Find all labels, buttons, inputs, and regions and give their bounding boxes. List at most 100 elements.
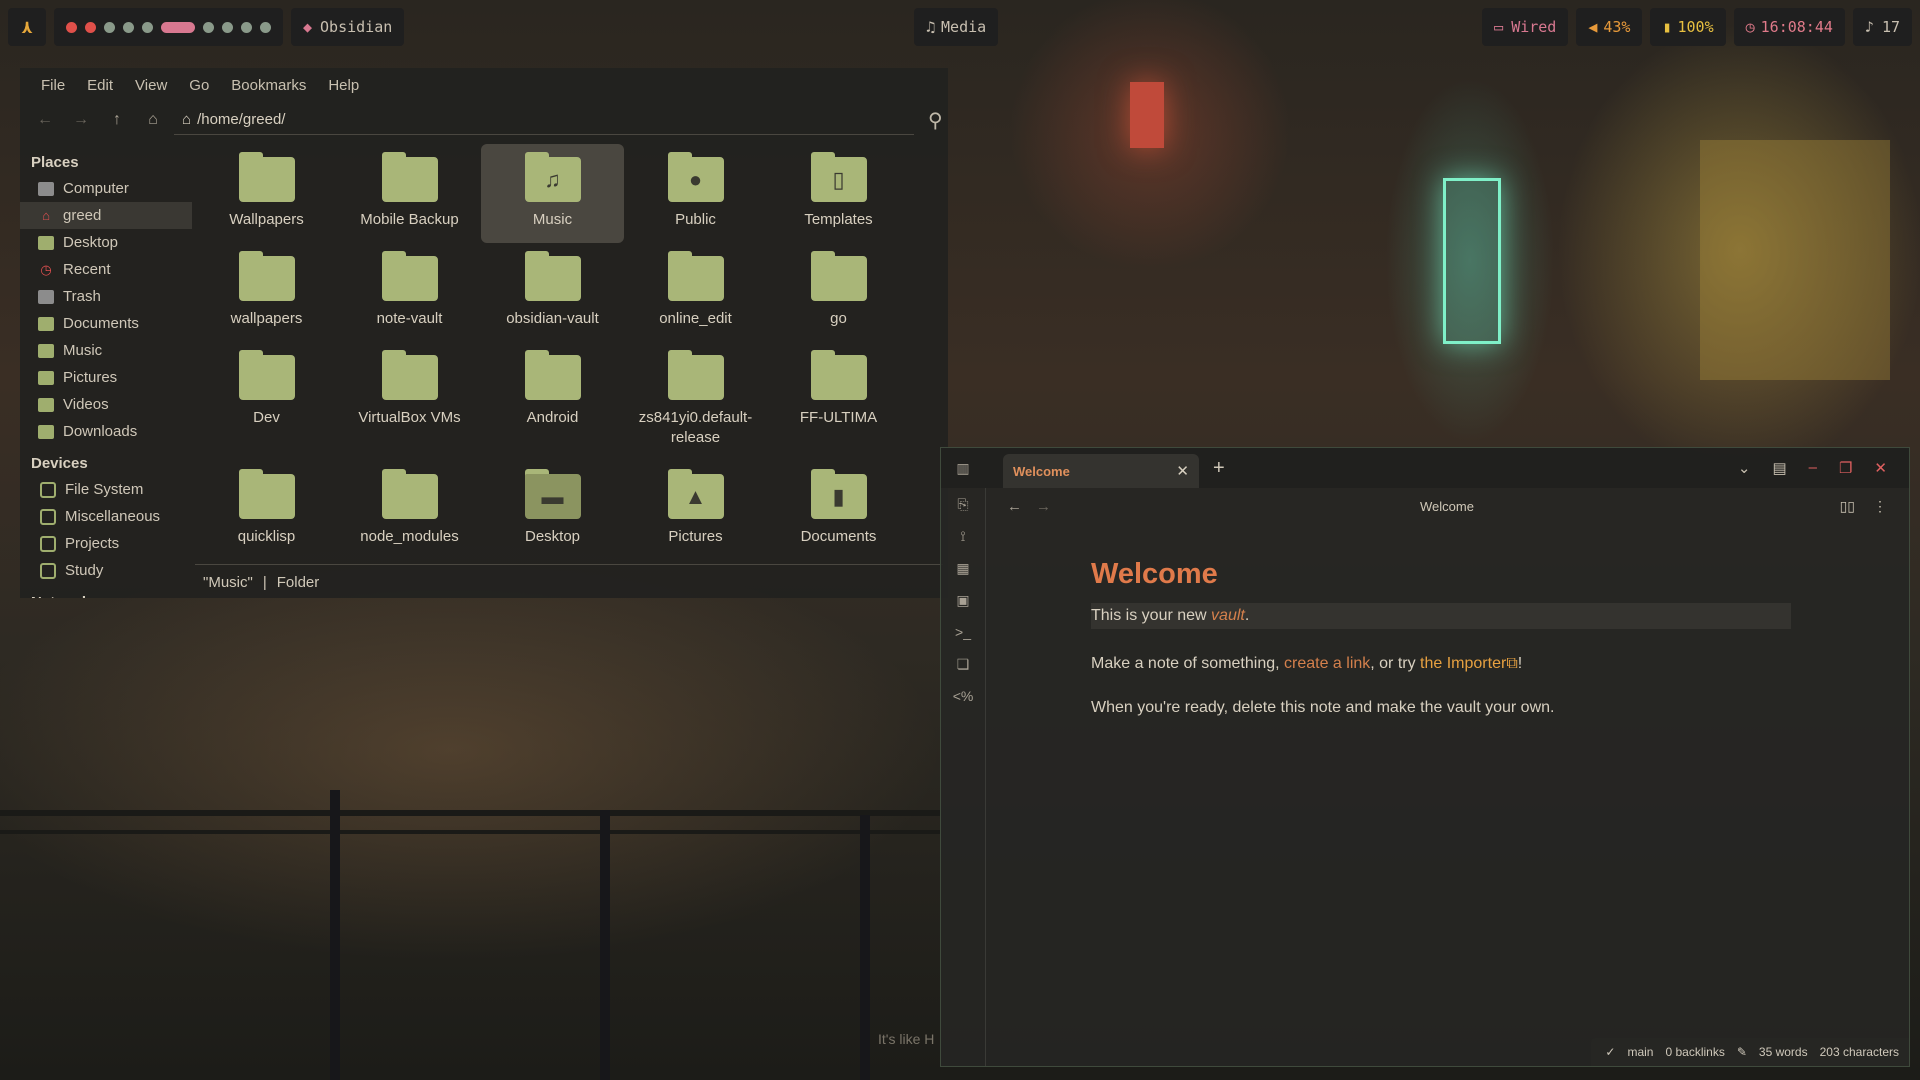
- templater-icon[interactable]: <%: [941, 680, 985, 712]
- folder-item[interactable]: Android: [481, 342, 624, 461]
- workspace-dot[interactable]: [123, 21, 134, 33]
- home-icon: ⌂: [42, 207, 50, 223]
- clock-widget[interactable]: ◷ 16:08:44: [1733, 8, 1845, 46]
- sidebar-item-downloads[interactable]: Downloads: [20, 418, 192, 445]
- menu-go[interactable]: Go: [178, 77, 220, 94]
- wallpaper-lit-building: [1700, 140, 1890, 380]
- workspace-dot-active[interactable]: [161, 21, 195, 33]
- minimize-icon[interactable]: –: [1809, 459, 1817, 477]
- sidebar-item-documents[interactable]: Documents: [20, 310, 192, 337]
- folder-item[interactable]: ▮ Documents: [767, 461, 910, 560]
- new-tab-icon[interactable]: +: [1213, 457, 1225, 480]
- canvas-icon[interactable]: ▦: [941, 552, 985, 584]
- command-palette-icon[interactable]: >_: [941, 616, 985, 648]
- sidebar-item-pictures[interactable]: Pictures: [20, 364, 192, 391]
- folder-item[interactable]: zs841yi0.default-release: [624, 342, 767, 461]
- workspace-dot[interactable]: [260, 21, 271, 33]
- monitor-icon: ▭: [1494, 18, 1504, 36]
- folder-item[interactable]: Wallpapers: [195, 144, 338, 243]
- sidebar-item-desktop[interactable]: Desktop: [20, 229, 192, 256]
- drive-icon: [40, 562, 56, 579]
- folder-item[interactable]: wallpapers: [195, 243, 338, 342]
- wallpaper-caption: It's like H: [878, 1031, 935, 1047]
- media-widget[interactable]: ♫ Media: [914, 8, 999, 46]
- folder-icon: [810, 350, 867, 400]
- sidebar-item-greed[interactable]: ⌂ greed: [20, 202, 192, 229]
- network-widget[interactable]: ▭ Wired: [1482, 8, 1569, 46]
- folder-item[interactable]: Mobile Backup: [338, 144, 481, 243]
- folder-item[interactable]: VirtualBox VMs: [338, 342, 481, 461]
- open-quick-switcher-icon[interactable]: ⎘: [941, 488, 985, 520]
- split-pane-icon[interactable]: ▤: [1772, 459, 1786, 477]
- folder-item[interactable]: ▬ Desktop: [481, 461, 624, 560]
- workspace-dot[interactable]: [142, 21, 153, 33]
- folder-icon: [38, 316, 54, 331]
- git-branch[interactable]: main: [1627, 1045, 1653, 1059]
- wallpaper-red-sign: [1130, 82, 1164, 148]
- close-tab-icon[interactable]: ✕: [1176, 462, 1189, 480]
- bell-icon: ♪: [1864, 18, 1874, 36]
- sidebar-item-projects[interactable]: Projects: [20, 530, 192, 557]
- folder-icon: [381, 152, 438, 202]
- notification-widget[interactable]: ♪ 17: [1852, 8, 1912, 46]
- character-count: 203 characters: [1819, 1045, 1899, 1059]
- home-icon[interactable]: ⌂: [138, 105, 168, 135]
- up-arrow-icon[interactable]: ↑: [102, 105, 132, 135]
- sidebar-item-filesystem[interactable]: File System: [20, 476, 192, 503]
- location-bar[interactable]: ⌂ /home/greed/: [174, 105, 914, 135]
- close-icon[interactable]: ✕: [1874, 459, 1887, 477]
- launcher-button[interactable]: ⋏: [8, 8, 46, 46]
- folder-item-selected[interactable]: ♫ Music: [481, 144, 624, 243]
- volume-widget[interactable]: ◀ 43%: [1576, 8, 1643, 46]
- folder-item[interactable]: go: [767, 243, 910, 342]
- folder-item[interactable]: ▯ Templates: [767, 144, 910, 243]
- forward-arrow-icon[interactable]: →: [66, 105, 96, 135]
- daily-note-icon[interactable]: ▣: [941, 584, 985, 616]
- search-icon[interactable]: ⚲: [928, 108, 943, 133]
- sidebar-item-recent[interactable]: ◷ Recent: [20, 256, 192, 283]
- chevron-down-icon[interactable]: ⌄: [1738, 459, 1751, 477]
- workspace-dot[interactable]: [85, 21, 96, 33]
- folder-item[interactable]: node_modules: [338, 461, 481, 560]
- importer-link[interactable]: the Importer: [1420, 655, 1506, 672]
- workspace-dot[interactable]: [241, 21, 252, 33]
- sidebar-item-videos[interactable]: Videos: [20, 391, 192, 418]
- places-heading: Places: [31, 154, 79, 171]
- folder-item[interactable]: note-vault: [338, 243, 481, 342]
- graph-view-icon[interactable]: ⟟: [941, 520, 985, 552]
- workspace-dot[interactable]: [203, 21, 214, 33]
- sidebar-item-miscellaneous[interactable]: Miscellaneous: [20, 503, 192, 530]
- folder-item[interactable]: FF-ULTIMA: [767, 342, 910, 461]
- workspace-dot[interactable]: [222, 21, 233, 33]
- folder-item[interactable]: ● Public: [624, 144, 767, 243]
- back-arrow-icon[interactable]: ←: [30, 105, 60, 135]
- menu-file[interactable]: File: [30, 77, 76, 94]
- menu-help[interactable]: Help: [317, 77, 370, 94]
- sidebar-item-computer[interactable]: Computer: [20, 175, 192, 202]
- backlinks-count[interactable]: 0 backlinks: [1665, 1045, 1724, 1059]
- wallpaper-post: [860, 815, 870, 1080]
- templates-icon[interactable]: ❏: [941, 648, 985, 680]
- menu-bookmarks[interactable]: Bookmarks: [220, 77, 317, 94]
- menu-view[interactable]: View: [124, 77, 178, 94]
- pencil-icon[interactable]: ✎: [1737, 1045, 1747, 1059]
- sidebar-item-music[interactable]: Music: [20, 337, 192, 364]
- folder-item[interactable]: ▲ Pictures: [624, 461, 767, 560]
- folder-item[interactable]: quicklisp: [195, 461, 338, 560]
- menu-edit[interactable]: Edit: [76, 77, 124, 94]
- create-link-link[interactable]: create a link: [1284, 655, 1370, 672]
- folder-item[interactable]: Dev: [195, 342, 338, 461]
- sidebar-item-trash[interactable]: Trash: [20, 283, 192, 310]
- tab-welcome[interactable]: Welcome ✕: [1003, 454, 1199, 488]
- obsidian-icon: ◆: [303, 18, 313, 36]
- sidebar-item-study[interactable]: Study: [20, 557, 192, 584]
- workspace-dot[interactable]: [104, 21, 115, 33]
- folder-icon: [381, 251, 438, 301]
- vault-link[interactable]: vault: [1211, 607, 1245, 624]
- folder-item[interactable]: obsidian-vault: [481, 243, 624, 342]
- wallpaper-post: [330, 790, 340, 1080]
- workspace-dot[interactable]: [66, 21, 77, 33]
- sidebar-toggle-icon[interactable]: ▥: [941, 452, 985, 484]
- restore-icon[interactable]: ❐: [1839, 459, 1852, 477]
- folder-item[interactable]: online_edit: [624, 243, 767, 342]
